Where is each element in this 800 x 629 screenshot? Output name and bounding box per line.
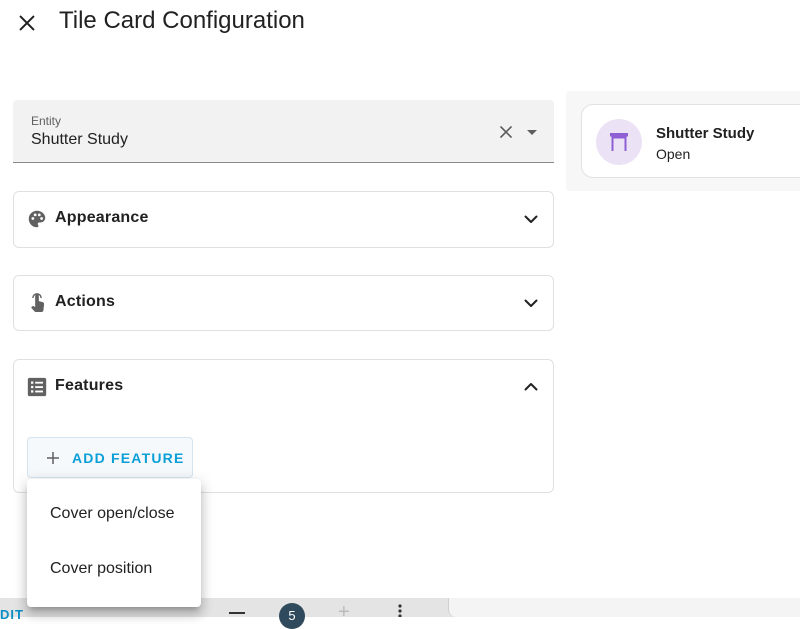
dialog-title: Tile Card Configuration	[59, 7, 305, 34]
add-feature-button[interactable]: ADD FEATURE	[27, 437, 193, 478]
appearance-panel-title: Appearance	[55, 209, 149, 226]
entity-clear-button[interactable]	[496, 122, 516, 142]
menu-item-label: Cover open/close	[50, 505, 175, 522]
menu-item-label: Cover position	[50, 560, 153, 577]
add-feature-menu: Cover open/close Cover position	[27, 479, 201, 607]
list-box-icon	[27, 377, 47, 397]
plus-icon	[47, 451, 59, 464]
actions-panel-title: Actions	[55, 293, 116, 310]
background-edit-button[interactable]: DIT	[0, 607, 24, 622]
background-plus-icon[interactable]: +	[338, 602, 350, 622]
close-dialog-button[interactable]	[12, 8, 42, 38]
chevron-up-icon	[524, 383, 538, 391]
appearance-panel: Appearance	[13, 191, 554, 248]
close-icon	[500, 126, 512, 138]
actions-panel: Actions	[13, 275, 554, 331]
actions-panel-header[interactable]: Actions	[14, 276, 553, 330]
tile-card[interactable]: Shutter Study Open	[581, 104, 800, 178]
close-icon	[19, 15, 35, 31]
background-count-badge: 5	[279, 603, 305, 629]
more-vert-icon[interactable]	[398, 604, 402, 617]
background-panel-edge	[448, 598, 800, 617]
chevron-down-icon	[524, 215, 538, 223]
tile-entity-name: Shutter Study	[656, 125, 755, 142]
palette-icon	[28, 210, 46, 228]
entity-label: Entity	[31, 114, 62, 128]
tile-entity-state: Open	[656, 146, 691, 162]
features-panel: Features ADD FEATURE	[13, 359, 554, 493]
appearance-panel-header[interactable]: Appearance	[14, 192, 553, 246]
add-feature-label: ADD FEATURE	[72, 449, 185, 466]
menu-item-cover-open-close[interactable]: Cover open/close	[27, 491, 201, 539]
entity-picker[interactable]: Entity Shutter Study	[13, 100, 554, 163]
background-minus-icon[interactable]	[229, 612, 245, 614]
features-panel-title: Features	[55, 377, 124, 394]
entity-dropdown-button[interactable]	[526, 126, 538, 138]
menu-item-cover-position[interactable]: Cover position	[27, 546, 201, 594]
gesture-tap-icon	[31, 293, 45, 312]
chevron-down-icon	[524, 299, 538, 307]
window-shutter-open-icon	[610, 133, 628, 151]
entity-value[interactable]: Shutter Study	[31, 131, 128, 149]
tile-icon-button[interactable]	[596, 119, 642, 165]
features-panel-header[interactable]: Features	[14, 360, 553, 414]
card-preview: Shutter Study Open	[566, 91, 800, 191]
arrow-drop-down-icon	[527, 130, 537, 135]
